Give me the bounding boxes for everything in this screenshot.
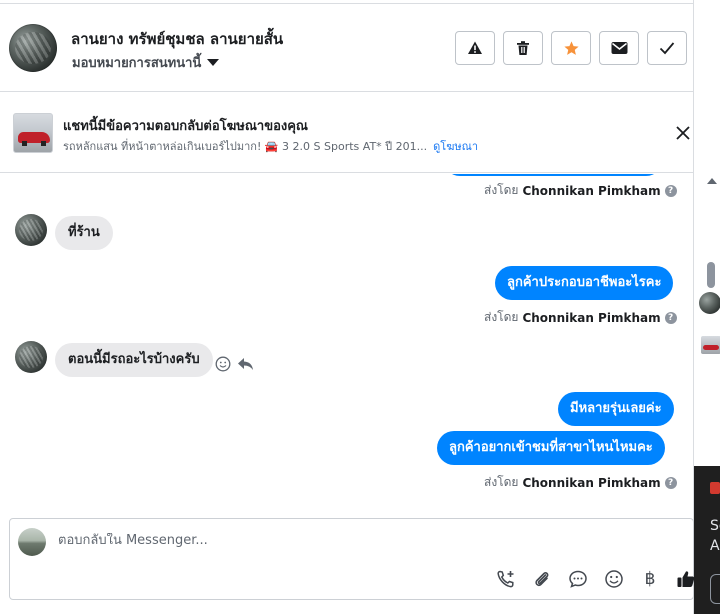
contact-avatar[interactable] [9,24,57,72]
help-icon[interactable]: ? [664,311,677,324]
contact-name[interactable]: ลานยาง ทรัพย์ชุมชล ลานยายสั้น [71,27,283,51]
message-bubble-in[interactable]: ที่ร้าน [55,216,113,250]
message-bubble-out[interactable]: มีหลายรุ่นเลยค่ะ [558,392,674,426]
close-banner-button[interactable] [672,122,694,144]
contact-avatar[interactable] [15,214,47,246]
close-icon [676,126,690,140]
scroll-thumb[interactable] [707,262,715,288]
popup-text-line: A [710,538,720,554]
side-avatar[interactable] [699,292,720,314]
popup-button[interactable] [710,574,720,604]
side-popup: Se A [694,466,720,614]
message-tools [215,356,254,372]
thumbs-up-icon [677,571,695,587]
chat-bubble-icon [569,570,587,588]
mark-done-button[interactable] [647,31,687,65]
banner-title: แชทนี้มีข้อความตอบกลับต่อโฆษณาของคุณ [63,119,308,134]
message-bubble-out[interactable]: ลูกค้าประกอบอาชีพอะไรคะ [495,266,674,300]
delete-button[interactable] [503,31,543,65]
message-thread: ส่งโดย Chonnikan Pimkham ? ที่ร้าน ลูกค้… [0,174,694,514]
warning-icon [468,41,482,54]
composer-toolbar: ฿ [494,567,698,591]
attach-button[interactable] [530,567,554,591]
sent-by-label: ส่งโดย Chonnikan Pimkham ? [484,181,677,200]
star-button[interactable] [551,31,591,65]
contact-avatar[interactable] [15,341,47,373]
sent-by-prefix: ส่งโดย [484,183,519,197]
sent-by-prefix: ส่งโดย [484,475,519,489]
emoji-button[interactable] [602,567,626,591]
emoji-icon [605,570,623,588]
paperclip-icon [535,572,549,587]
envelope-icon [611,42,627,54]
reply-icon[interactable] [237,356,254,372]
sender-name: Chonnikan Pimkham [522,475,661,490]
popup-app-icon [710,482,720,494]
help-icon[interactable]: ? [664,476,677,489]
sender-name: Chonnikan Pimkham [522,183,661,198]
sender-name: Chonnikan Pimkham [522,310,661,325]
help-icon[interactable]: ? [664,184,677,197]
baht-icon: ฿ [644,569,656,589]
ad-thumbnail[interactable] [13,113,53,153]
assign-label: มอบหมายการสนทนานี้ [72,56,202,71]
ad-description: รถหลักแสน ที่หน้าตาหล่อเกินเบอร์ไปมาก! 🚘… [63,140,428,153]
trash-icon [517,41,529,55]
reply-input[interactable] [58,533,578,548]
message-bubble-in[interactable]: ตอนนี้มีรถอะไรบ้างครับ [55,343,213,377]
react-emoji-icon[interactable] [215,356,231,372]
view-ad-link[interactable]: ดูโฆษณา [433,137,478,155]
payment-button[interactable]: ฿ [638,567,662,591]
conversation-header: ลานยาง ทรัพย์ชุมชล ลานยายสั้น มอบหมายการ… [0,4,694,92]
popup-text-line: Se [710,518,720,534]
message-bubble-partial[interactable] [443,174,663,176]
side-panel-clipped: Se A [694,286,720,614]
star-icon [563,40,579,55]
call-plus-icon [497,570,514,588]
check-icon [659,42,675,55]
sent-by-label: ส่งโดย Chonnikan Pimkham ? [484,473,677,492]
header-actions [455,31,687,65]
side-ad-thumbnail[interactable] [701,336,720,354]
reply-composer: ฿ [9,518,695,600]
report-button[interactable] [455,31,495,65]
page-avatar [18,528,46,556]
ad-reply-banner: แชทนี้มีข้อความตอบกลับต่อโฆษณาของคุณ รถห… [0,93,694,173]
conversation-panel: ลานยาง ทรัพย์ชุมชล ลานยายสั้น มอบหมายการ… [0,0,695,614]
scroll-up-arrow-icon[interactable] [707,178,717,184]
saved-replies-button[interactable] [566,567,590,591]
assign-conversation-dropdown[interactable]: มอบหมายการสนทนานี้ [72,52,220,73]
sent-by-label: ส่งโดย Chonnikan Pimkham ? [484,308,677,327]
mark-unread-button[interactable] [599,31,639,65]
caret-down-icon [207,59,220,66]
banner-subtitle: รถหลักแสน ที่หน้าตาหล่อเกินเบอร์ไปมาก! 🚘… [63,137,478,155]
call-button[interactable] [494,567,518,591]
message-bubble-out[interactable]: ลูกค้าอยากเข้าชมที่สาขาไหนไหมคะ [437,431,665,465]
sent-by-prefix: ส่งโดย [484,310,519,324]
